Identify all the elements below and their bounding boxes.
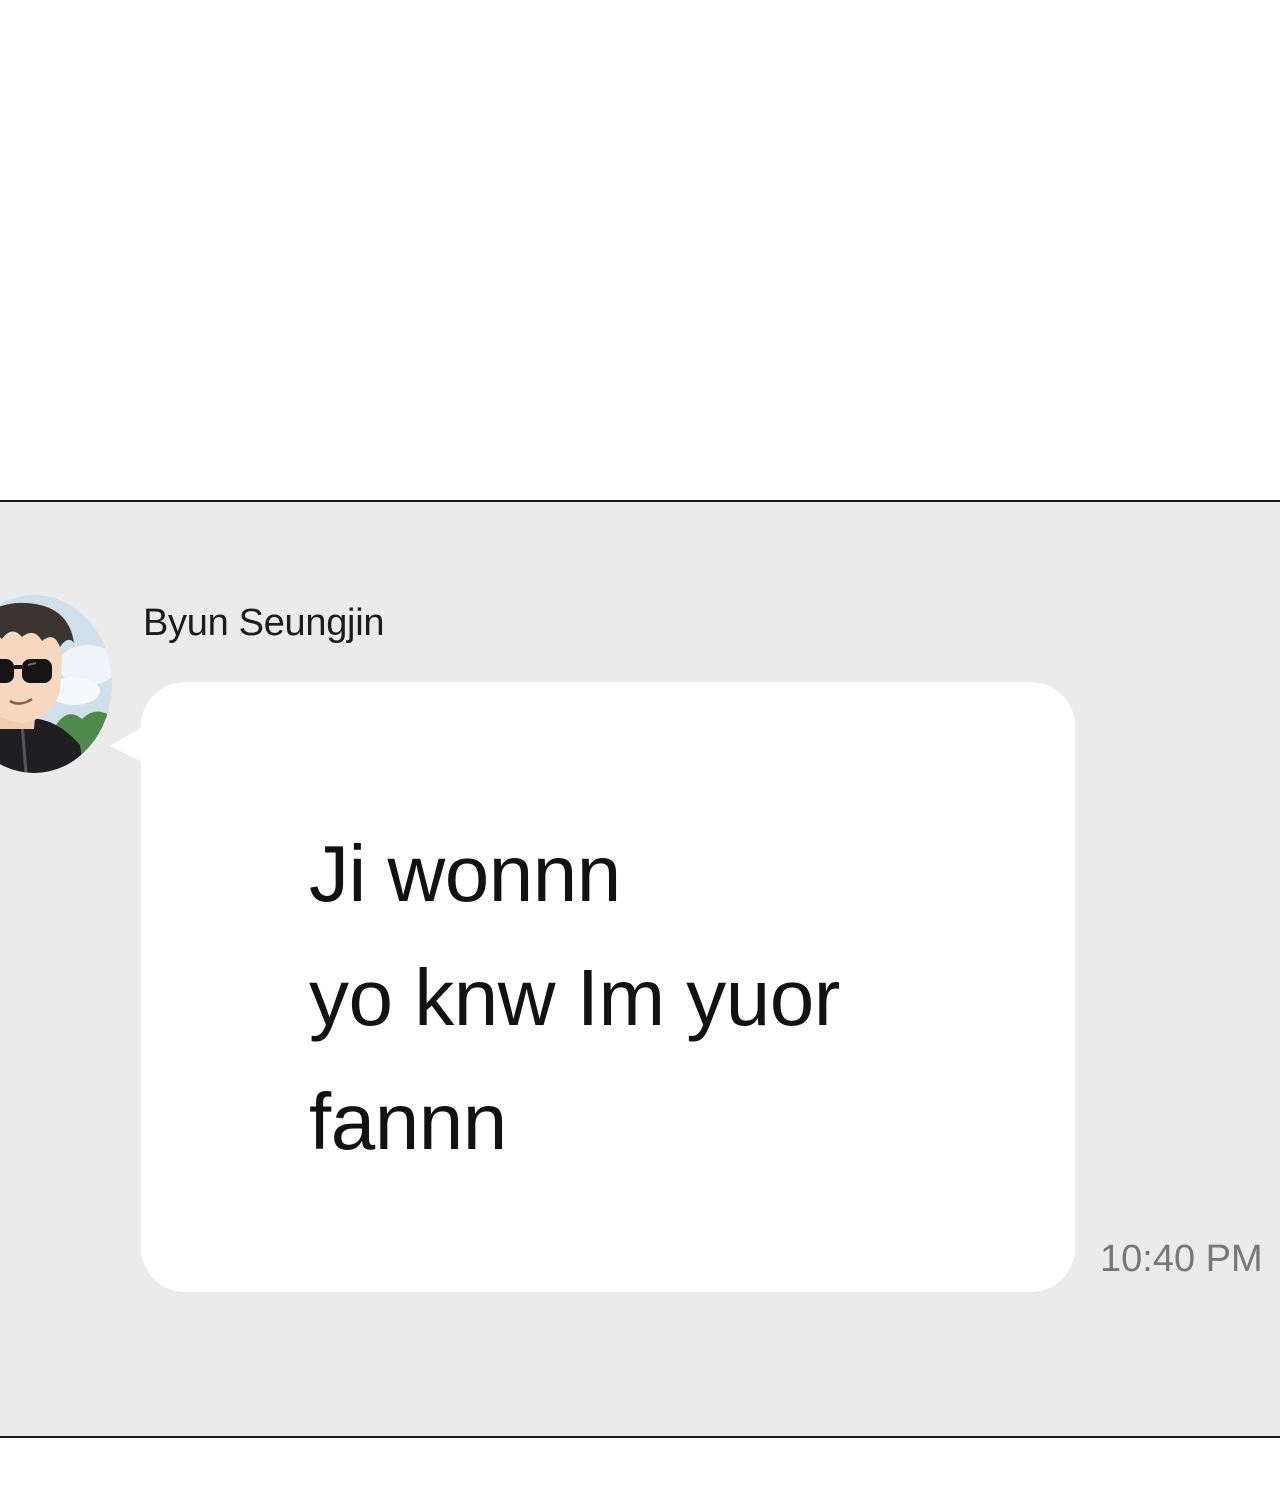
sender-name: Byun Seungjin [143,602,385,644]
bottom-blank-area [0,1440,1280,1500]
message-timestamp: 10:40 PM [1100,1238,1263,1280]
avatar-sunglasses-icon [0,595,112,773]
top-blank-area [0,0,1280,500]
sender-avatar[interactable] [0,595,112,773]
message-text: Ji wonnn yo knw Im yuor fannn [309,829,840,1166]
message-bubble[interactable]: Ji wonnn yo knw Im yuor fannn [141,682,1075,1292]
chat-panel: Byun Seungjin Ji wonnn yo knw Im yuor fa… [0,500,1280,1438]
